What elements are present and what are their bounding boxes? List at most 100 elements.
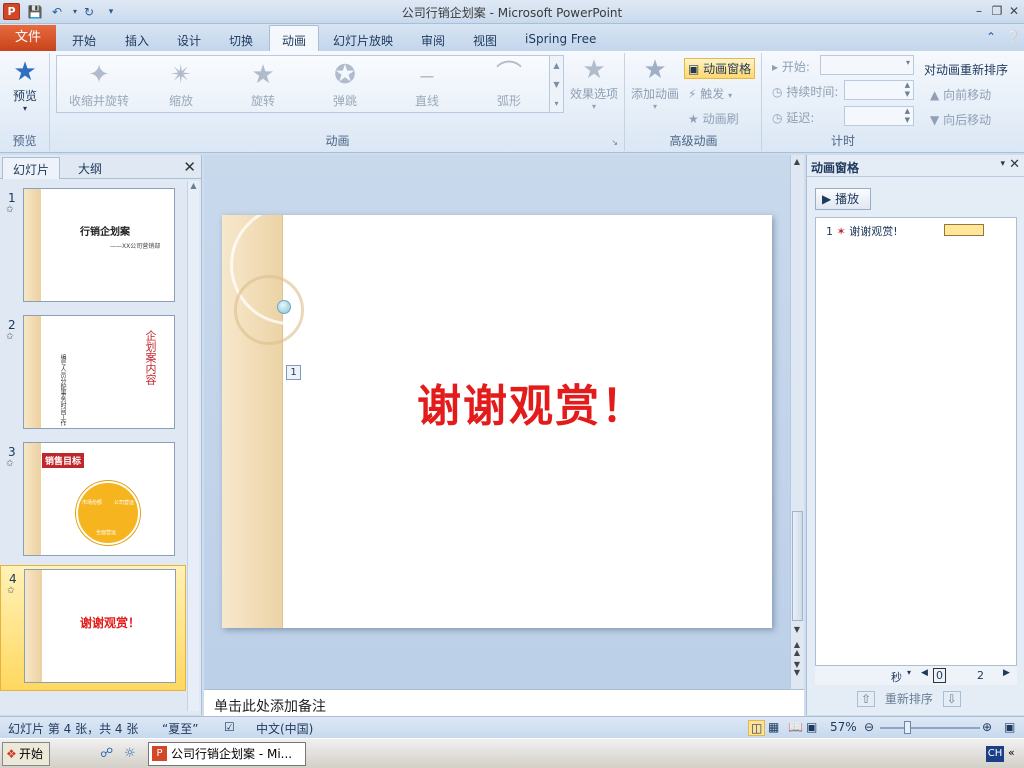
close-panel-icon[interactable]: ✕ [183,158,196,176]
tab-animations[interactable]: 动画 [269,25,320,51]
slide-preview: 销售目标 市场份额 公司营运 全面营运 [23,442,175,556]
chevron-down-icon[interactable]: ▾ [907,668,911,677]
language-indicator[interactable]: 中文(中国) [256,720,313,737]
slideshow-icon[interactable]: ▣ [806,720,817,734]
tab-slideshow[interactable]: 幻灯片放映 [329,29,397,52]
scroll-left-icon[interactable]: ◀ [921,668,928,678]
reorder-title: 对动画重新排序 [924,63,1009,77]
theme-name[interactable]: “夏至” [162,720,198,737]
list-item[interactable]: 1 ✶ 谢谢观赏! [826,223,898,239]
tab-home[interactable]: 开始 [68,29,100,52]
minimize-icon[interactable]: – [970,2,988,20]
chevron-down-icon[interactable]: ▾ [1000,159,1005,169]
zoom-level[interactable]: 57% [830,720,857,734]
chevron-down-icon: ▾ [905,58,910,67]
browser-icon[interactable]: ☼ [124,746,136,761]
slide-thumbnail-2[interactable]: 2 ✩ 编号人员分配事务时间工作 企划案内容 [0,312,186,434]
start-button[interactable]: ❖ 开始 [2,742,50,766]
close-icon[interactable]: ✕ [1005,2,1023,20]
zoom-out-icon[interactable]: ⊖ [864,720,874,734]
delay-spinner[interactable]: ▲ ▼ [844,106,914,126]
tray-expand-icon[interactable]: « [1008,746,1015,759]
preview-button[interactable]: ★ 预览 ▾ [4,57,46,113]
restore-icon[interactable]: ❐ [988,2,1006,20]
tab-file[interactable]: 文件 [0,25,56,51]
animation-pane-button[interactable]: ▣ 动画窗格 [684,58,756,79]
current-slide[interactable]: 1 谢谢观赏！ [222,215,772,628]
move-later-button[interactable]: ▼ 向后移动 [930,111,991,128]
help-icon[interactable]: ❔ [1006,30,1021,44]
tab-insert[interactable]: 插入 [121,29,153,52]
slide-thumbnail-1[interactable]: 1 ✩ 行销企划案 ——XX公司营销部 [0,185,186,307]
next-slide-icon[interactable]: ▼ ▼ [791,661,803,677]
effect-options-icon: ★ [582,55,606,85]
zoom-slider[interactable] [880,727,980,729]
reading-view-icon[interactable]: 📖 [788,720,803,734]
slide-editor: 1 谢谢观赏！ ▲ ▼ ▲ ▲ ▼ ▼ [204,155,804,689]
scroll-up-icon[interactable]: ▲ [791,157,803,166]
notes-pane[interactable]: 单击此处添加备注 [204,689,804,716]
quicklaunch-icon[interactable]: ☍ [100,746,113,761]
taskbar-powerpoint-window[interactable]: P 公司行销企划案 - Mi... [148,742,306,766]
normal-view-icon[interactable]: ◫ [748,720,766,736]
play-button[interactable]: ▶ 播放 [815,188,871,210]
slide-sorter-icon[interactable]: ▦ [768,720,779,734]
previous-slide-icon[interactable]: ▲ ▲ [791,641,803,657]
ribbon-tabs: 文件 开始 插入 设计 切换 动画 幻灯片放映 审阅 视图 iSpring Fr… [0,24,1024,51]
close-icon[interactable]: ✕ [1009,157,1020,172]
effect-shrink-turn[interactable]: ✦ 收缩并旋转 [59,58,139,109]
spin-icon: ★ [251,60,275,90]
ime-indicator[interactable]: CH [986,746,1004,762]
scroll-thumb[interactable] [792,511,803,621]
scroll-down-icon[interactable]: ▼ [791,625,803,634]
decor-ring [234,275,304,345]
effect-options-button[interactable]: ★ 效果选项 ▾ [566,55,622,111]
effect-zoom[interactable]: ✴ 缩放 [141,58,221,109]
zoom-slider-thumb[interactable] [904,721,911,734]
slide-thumbnail-3[interactable]: 3 ✩ 销售目标 市场份额 公司营运 全面营运 [0,439,186,561]
notes-placeholder[interactable]: 单击此处添加备注 [214,696,326,716]
tab-slides[interactable]: 幻灯片 [2,157,61,179]
tab-ispring[interactable]: iSpring Free [521,29,600,49]
effect-lines[interactable]: ⎯ 直线 [387,58,467,109]
slide-main-text[interactable]: 谢谢观赏！ [292,370,772,434]
duration-spinner[interactable]: ▲ ▼ [844,80,914,100]
chevron-down-icon: ▾ [591,102,596,111]
start-icon: ▸ [772,60,779,74]
move-earlier-button[interactable]: ▲ 向前移动 [930,86,991,103]
start-dropdown[interactable]: ▾ [820,55,914,75]
timeline-bar[interactable] [944,224,984,236]
tab-design[interactable]: 设计 [173,29,205,52]
spinner-arrows-icon: ▲ ▼ [904,81,910,98]
line-path-icon: ⎯ [420,60,434,90]
effect-bounce[interactable]: ✪ 弹跳 [305,58,385,109]
effect-spin[interactable]: ★ 旋转 [223,58,303,109]
animation-pane-header: 动画窗格 ▾ ✕ [807,155,1024,177]
clock-icon: ◷ [772,85,783,99]
animation-star-icon: ✩ [7,586,15,596]
tab-view[interactable]: 视图 [469,29,501,52]
gallery-scroll[interactable]: ▲ ▼ ▾ [550,55,564,113]
tab-review[interactable]: 审阅 [417,29,449,52]
effect-arcs[interactable]: ⌒ 弧形 [469,58,549,109]
slide-counter: 幻灯片 第 4 张，共 4 张 [8,722,139,736]
dialog-launcher-icon[interactable]: ↘ [611,138,618,147]
fit-to-window-icon[interactable]: ▣ [1004,720,1015,734]
tab-transitions[interactable]: 切换 [225,29,257,52]
duration-label: ◷ 持续时间: [772,85,839,99]
add-animation-button[interactable]: ★ 添加动画 ▾ [628,55,682,111]
minimize-ribbon-icon[interactable]: ⌃ [986,30,996,44]
group-preview: ★ 预览 ▾ 预览 [0,53,50,151]
slides-scrollbar[interactable]: ▲ [187,181,199,711]
animation-painter-button[interactable]: ★ 动画刷 [688,110,739,127]
move-up-icon[interactable]: ⇧ [857,691,876,707]
zoom-in-icon[interactable]: ⊕ [982,720,992,734]
slide-thumbnail-4[interactable]: 4 ✩ 谢谢观赏！ [0,565,186,691]
editor-scrollbar[interactable]: ▲ ▼ ▲ ▲ ▼ ▼ [790,155,804,689]
scroll-up-icon[interactable]: ▲ [188,181,199,190]
move-down-icon[interactable]: ⇩ [942,691,961,707]
tab-outline[interactable]: 大纲 [68,157,112,179]
spell-check-icon[interactable]: ☑ [224,720,235,734]
scroll-right-icon[interactable]: ▶ [1003,668,1010,678]
trigger-button[interactable]: ⚡ 触发 ▾ [688,85,732,102]
